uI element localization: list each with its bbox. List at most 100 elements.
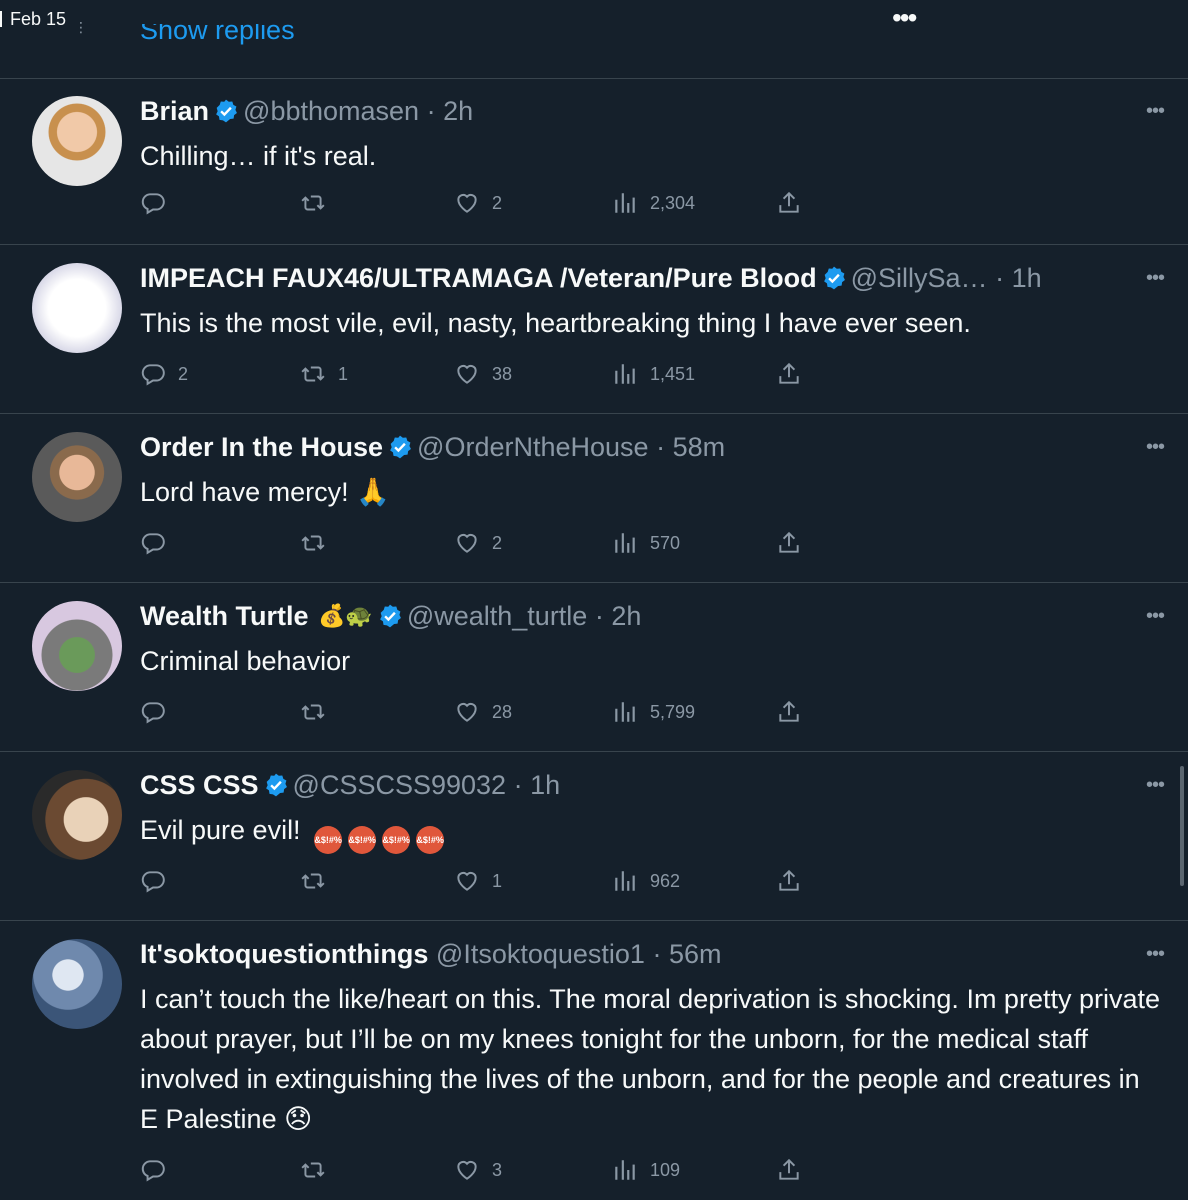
action-bar: 2 1 38 1,451 <box>140 359 820 389</box>
verified-badge-icon <box>821 265 847 291</box>
tweet[interactable]: CSS CSS @CSSCSS99032 · 1h ••• Evil pure e… <box>0 752 1188 921</box>
like-button[interactable]: 28 <box>454 697 512 727</box>
handle[interactable]: @Itsoktoquestio1 <box>436 939 645 969</box>
share-button[interactable] <box>776 697 814 727</box>
share-icon <box>776 530 802 556</box>
like-button[interactable]: 38 <box>454 359 512 389</box>
more-options-icon[interactable]: ••• <box>1146 436 1165 459</box>
cursing-face-emoji: &$!#% <box>382 826 411 854</box>
views-button[interactable]: 5,799 <box>612 697 695 727</box>
reply-button[interactable] <box>140 697 178 727</box>
reply-button[interactable] <box>140 866 178 896</box>
avatar[interactable] <box>32 601 122 691</box>
reply-button[interactable] <box>140 1155 178 1185</box>
timestamp[interactable]: 2h <box>611 601 641 631</box>
verified-badge-icon <box>263 772 289 798</box>
reply-icon <box>140 530 166 556</box>
display-name[interactable]: Wealth Turtle <box>140 601 309 631</box>
retweet-button[interactable] <box>300 528 338 558</box>
avatar[interactable] <box>32 432 122 522</box>
like-button[interactable]: 2 <box>454 528 502 558</box>
display-name[interactable]: Brian <box>140 96 209 126</box>
retweet-button[interactable]: 1 <box>300 359 348 389</box>
tweet[interactable]: IMPEACH FAUX46/ULTRAMAGA /Veteran/Pure B… <box>0 245 1188 414</box>
handle[interactable]: @wealth_turtle <box>407 601 588 631</box>
handle[interactable]: @bbthomasen <box>243 96 419 126</box>
tweet[interactable]: Brian @bbthomasen · 2h ••• Chilling… if i… <box>0 78 1188 245</box>
avatar[interactable] <box>32 96 122 186</box>
views-button[interactable]: 1,451 <box>612 359 695 389</box>
separator: · <box>594 601 604 631</box>
share-icon <box>776 868 802 894</box>
views-button[interactable]: 570 <box>612 528 680 558</box>
like-count: 3 <box>492 1159 503 1180</box>
display-name[interactable]: It'soktoquestionthings <box>140 939 428 969</box>
more-options-icon[interactable]: ••• <box>1146 605 1165 628</box>
views-icon <box>612 1157 638 1183</box>
action-bar: 3 109 <box>140 1155 820 1185</box>
timestamp[interactable]: 56m <box>669 939 722 969</box>
verified-badge-icon <box>377 603 403 629</box>
share-button[interactable] <box>776 1155 814 1185</box>
handle[interactable]: @CSSCSS99032 <box>293 770 507 800</box>
reply-button[interactable] <box>140 188 178 218</box>
share-button[interactable] <box>776 188 814 218</box>
share-icon <box>776 1157 802 1183</box>
like-button[interactable]: 1 <box>454 866 502 896</box>
retweet-button[interactable] <box>300 1155 338 1185</box>
handle[interactable]: @OrderNtheHouse <box>417 432 649 462</box>
like-count: 1 <box>492 870 503 891</box>
display-name[interactable]: CSS CSS <box>140 770 259 800</box>
reply-icon <box>140 1157 166 1183</box>
tweet[interactable]: Order In the House @OrderNtheHouse · 58m … <box>0 414 1188 583</box>
name-emoji: 💰🐢 <box>318 603 373 628</box>
display-name[interactable]: Order In the House <box>140 432 383 462</box>
views-icon <box>612 530 638 556</box>
like-button[interactable]: 2 <box>454 188 502 218</box>
display-name[interactable]: IMPEACH FAUX46/ULTRAMAGA /Veteran/Pure B… <box>140 263 817 293</box>
show-replies-link[interactable]: Show replies <box>140 24 295 52</box>
timestamp[interactable]: 1h <box>530 770 560 800</box>
reply-icon <box>140 190 166 216</box>
share-button[interactable] <box>776 866 814 896</box>
heart-icon <box>454 868 480 894</box>
views-button[interactable]: 962 <box>612 866 680 896</box>
heart-icon <box>454 361 480 387</box>
scrollbar[interactable] <box>1180 766 1184 886</box>
tweet-text: Criminal behavior <box>140 646 351 676</box>
view-count: 1,451 <box>650 363 696 384</box>
views-button[interactable]: 2,304 <box>612 188 695 218</box>
heart-icon <box>454 1157 480 1183</box>
handle[interactable]: @SillySa… <box>851 263 988 293</box>
retweet-button[interactable] <box>300 188 338 218</box>
timestamp[interactable]: 2h <box>443 96 473 126</box>
more-options-icon[interactable]: ••• <box>1146 774 1165 797</box>
timestamp[interactable]: 58m <box>673 432 726 462</box>
reply-button[interactable] <box>140 528 178 558</box>
like-button[interactable]: 3 <box>454 1155 502 1185</box>
share-button[interactable] <box>776 359 814 389</box>
cursing-face-emoji: &$!#% <box>314 826 343 854</box>
retweet-button[interactable] <box>300 866 338 896</box>
more-options-icon[interactable]: ••• <box>1146 943 1165 966</box>
avatar[interactable] <box>32 939 122 1029</box>
reply-button[interactable]: 2 <box>140 359 188 389</box>
more-options-icon[interactable]: ••• <box>1146 267 1165 290</box>
tweet[interactable]: It'soktoquestionthings @Itsoktoquestio1 … <box>0 921 1188 1200</box>
avatar[interactable] <box>32 770 122 860</box>
more-options-icon[interactable]: ••• <box>1146 100 1165 123</box>
avatar[interactable] <box>32 263 122 353</box>
more-options-icon[interactable]: ••• <box>892 4 917 32</box>
timestamp[interactable]: 1h <box>1012 263 1042 293</box>
tweet-text: I can’t touch the like/heart on this. Th… <box>140 984 1161 1134</box>
share-icon <box>776 699 802 725</box>
heart-icon <box>454 699 480 725</box>
share-button[interactable] <box>776 528 814 558</box>
share-icon <box>776 190 802 216</box>
views-icon <box>612 699 638 725</box>
tweet[interactable]: Wealth Turtle 💰🐢 @wealth_turtle · 2h ••• … <box>0 583 1188 752</box>
retweet-button[interactable] <box>300 697 338 727</box>
action-bar: 2 2,304 <box>140 188 820 218</box>
separator: · <box>652 939 662 969</box>
views-button[interactable]: 109 <box>612 1155 680 1185</box>
